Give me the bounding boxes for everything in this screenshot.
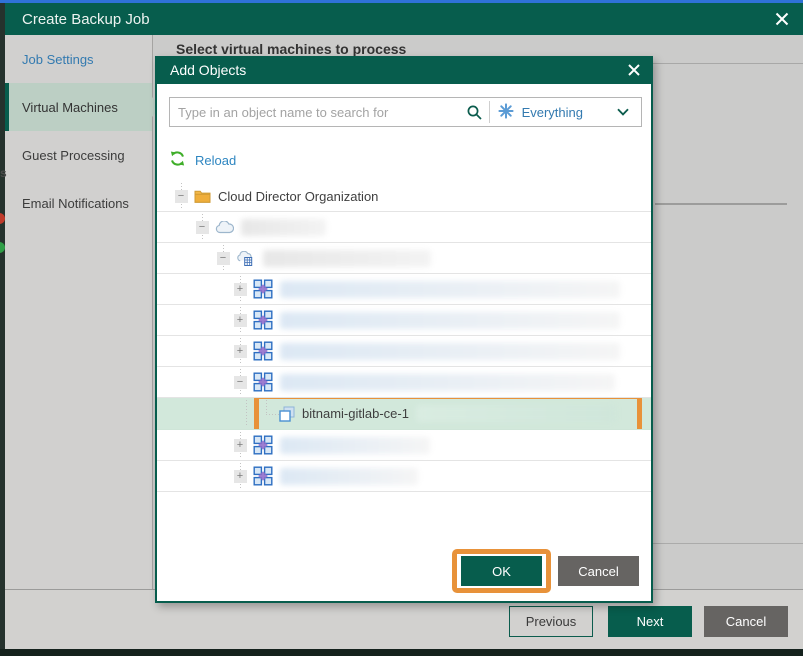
reload-icon [169, 150, 186, 170]
scope-label: Everything [522, 105, 583, 120]
edge-text-fragment: s [0, 166, 7, 180]
dialog-title: Add Objects [170, 62, 246, 78]
tree-row[interactable]: − Cloud Director Organization [157, 181, 651, 212]
vdc-icon [236, 251, 256, 266]
expand-toggle[interactable]: − [217, 252, 230, 265]
sidebar-item-guest-processing[interactable]: Guest Processing [5, 131, 152, 179]
expand-toggle[interactable]: − [196, 221, 209, 234]
tree-row[interactable]: + [157, 305, 651, 336]
close-icon[interactable] [774, 11, 790, 27]
separator-line [653, 63, 803, 64]
tree-row[interactable]: − [157, 243, 651, 274]
tree-guide: + [230, 461, 250, 491]
expand-toggle[interactable]: + [234, 470, 247, 483]
object-tree: − Cloud Director Organization − − + + + − bitnam… [157, 181, 651, 492]
tree-guide [256, 398, 276, 429]
vapp-icon [253, 310, 273, 330]
scope-dropdown[interactable]: Everything [490, 103, 641, 122]
browser-top-line [0, 0, 803, 3]
redacted-label [280, 437, 430, 454]
redacted-label [241, 219, 326, 236]
add-objects-dialog: Add Objects Everything [155, 56, 653, 603]
tree-guide: + [230, 305, 250, 335]
window-title: Create Backup Job [22, 11, 150, 28]
tree-guide: − [171, 181, 191, 211]
redacted-label [280, 374, 615, 391]
expand-toggle[interactable]: + [234, 439, 247, 452]
cancel-button[interactable]: Cancel [704, 606, 788, 637]
tree-row[interactable]: + [157, 461, 651, 492]
tree-guide [236, 398, 256, 429]
tree-row[interactable]: + [157, 336, 651, 367]
redacted-label [280, 468, 418, 485]
sidebar-item-label: Virtual Machines [22, 100, 118, 115]
expand-toggle[interactable]: + [234, 314, 247, 327]
reload-label: Reload [195, 153, 236, 168]
tree-row[interactable]: + [157, 274, 651, 305]
vapp-icon [253, 466, 273, 486]
ok-button[interactable]: OK [461, 556, 542, 586]
tree-guide: − [192, 212, 212, 242]
vapp-icon [253, 341, 273, 361]
window-titlebar: Create Backup Job [5, 3, 803, 35]
search-input[interactable] [170, 105, 460, 120]
expand-toggle[interactable]: + [234, 283, 247, 296]
next-button[interactable]: Next [608, 606, 692, 637]
close-icon[interactable] [627, 63, 641, 77]
tree-node-label: Cloud Director Organization [218, 189, 378, 204]
sidebar-item-label: Email Notifications [22, 196, 129, 211]
redacted-label [280, 312, 620, 329]
chevron-down-icon [617, 108, 629, 116]
tree-row-selected[interactable]: bitnami-gitlab-ce-1 [157, 398, 651, 430]
folder-icon [194, 189, 211, 203]
wizard-steps-sidebar: Job Settings Virtual Machines Guest Proc… [5, 35, 153, 589]
tree-guide: + [230, 336, 250, 366]
cloud-icon [215, 221, 234, 234]
expand-toggle[interactable]: − [175, 190, 188, 203]
separator-line [653, 543, 803, 544]
separator-line [655, 203, 787, 205]
previous-button[interactable]: Previous [509, 606, 593, 637]
search-icon[interactable] [460, 104, 489, 121]
expand-toggle[interactable]: − [234, 376, 247, 389]
tree-guide: + [230, 274, 250, 304]
sidebar-item-label: Guest Processing [22, 148, 125, 163]
redacted-label [416, 405, 616, 422]
vapp-icon [253, 279, 273, 299]
tree-guide: − [230, 367, 250, 397]
dialog-titlebar: Add Objects [157, 56, 651, 84]
tree-row[interactable]: + [157, 430, 651, 461]
left-edge-strip [0, 3, 5, 649]
redacted-label [263, 250, 431, 267]
tree-guide: + [230, 430, 250, 460]
expand-toggle[interactable]: + [234, 345, 247, 358]
screen: Create Backup Job Job Settings Virtual M… [0, 0, 803, 656]
vapp-icon [253, 435, 273, 455]
sidebar-item-label: Job Settings [22, 52, 94, 67]
bottom-edge-strip [0, 649, 803, 656]
sidebar-item-email-notifications[interactable]: Email Notifications [5, 179, 152, 227]
step-heading: Select virtual machines to process [176, 41, 406, 57]
reload-link[interactable]: Reload [169, 150, 236, 170]
tree-node-label: bitnami-gitlab-ce-1 [302, 406, 409, 421]
sidebar-item-virtual-machines[interactable]: Virtual Machines [5, 83, 152, 131]
vm-icon [279, 406, 295, 422]
redacted-label [280, 343, 620, 360]
everything-icon [498, 103, 514, 122]
tree-row[interactable]: − [157, 367, 651, 398]
tree-row[interactable]: − [157, 212, 651, 243]
tree-guide: − [213, 243, 233, 273]
object-search-box: Everything [169, 97, 642, 127]
sidebar-item-job-settings[interactable]: Job Settings [5, 35, 152, 83]
dialog-cancel-button[interactable]: Cancel [558, 556, 639, 586]
redacted-label [280, 281, 620, 298]
vapp-icon [253, 372, 273, 392]
